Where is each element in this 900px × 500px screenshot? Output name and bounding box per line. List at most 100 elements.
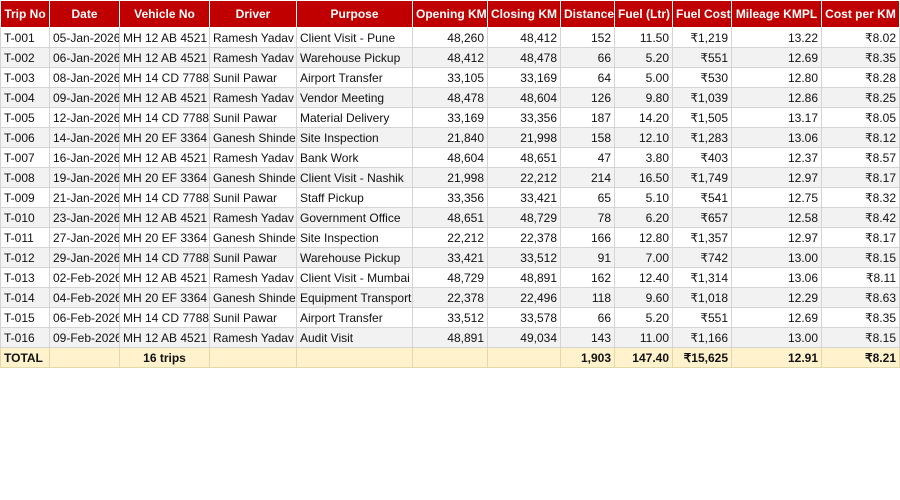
- col-header-fuel-ltr[interactable]: Fuel (Ltr): [614, 0, 673, 28]
- cell-fuel-cost[interactable]: ₹1,749: [672, 167, 732, 188]
- cell-distance[interactable]: 66: [560, 47, 615, 68]
- cell-driver[interactable]: Ramesh Yadav: [209, 327, 297, 348]
- cell-purpose[interactable]: Warehouse Pickup: [296, 247, 413, 268]
- cell-trip-no[interactable]: T-008: [0, 167, 50, 188]
- total-fuel[interactable]: 147.40: [614, 347, 673, 368]
- total-empty-cell[interactable]: [487, 347, 561, 368]
- cell-distance[interactable]: 214: [560, 167, 615, 188]
- cell-cost-per-km[interactable]: ₹8.02: [821, 27, 900, 48]
- cell-purpose[interactable]: Staff Pickup: [296, 187, 413, 208]
- total-empty-cell[interactable]: [209, 347, 297, 368]
- col-header-fuel-cost[interactable]: Fuel Cost: [672, 0, 732, 28]
- cell-date[interactable]: 09-Jan-2026: [49, 87, 120, 108]
- col-header-opening-km[interactable]: Opening KM: [412, 0, 488, 28]
- cell-fuel-ltr[interactable]: 5.10: [614, 187, 673, 208]
- cell-vehicle-no[interactable]: MH 12 AB 4521: [119, 327, 210, 348]
- cell-purpose[interactable]: Audit Visit: [296, 327, 413, 348]
- cell-trip-no[interactable]: T-006: [0, 127, 50, 148]
- cell-vehicle-no[interactable]: MH 20 EF 3364: [119, 287, 210, 308]
- col-header-distance[interactable]: Distance: [560, 0, 615, 28]
- cell-mileage[interactable]: 12.69: [731, 307, 822, 328]
- cell-date[interactable]: 02-Feb-2026: [49, 267, 120, 288]
- cell-cost-per-km[interactable]: ₹8.63: [821, 287, 900, 308]
- cell-opening-km[interactable]: 48,412: [412, 47, 488, 68]
- cell-cost-per-km[interactable]: ₹8.17: [821, 227, 900, 248]
- cell-vehicle-no[interactable]: MH 20 EF 3364: [119, 167, 210, 188]
- cell-driver[interactable]: Ganesh Shinde: [209, 127, 297, 148]
- cell-mileage[interactable]: 13.00: [731, 247, 822, 268]
- cell-closing-km[interactable]: 48,729: [487, 207, 561, 228]
- cell-cost-per-km[interactable]: ₹8.42: [821, 207, 900, 228]
- cell-fuel-cost[interactable]: ₹541: [672, 187, 732, 208]
- cell-purpose[interactable]: Client Visit - Nashik: [296, 167, 413, 188]
- total-empty-cell[interactable]: [296, 347, 413, 368]
- cell-driver[interactable]: Ramesh Yadav: [209, 147, 297, 168]
- cell-driver[interactable]: Ganesh Shinde: [209, 287, 297, 308]
- cell-closing-km[interactable]: 33,356: [487, 107, 561, 128]
- cell-cost-per-km[interactable]: ₹8.35: [821, 307, 900, 328]
- col-header-closing-km[interactable]: Closing KM: [487, 0, 561, 28]
- cell-vehicle-no[interactable]: MH 12 AB 4521: [119, 27, 210, 48]
- cell-opening-km[interactable]: 22,378: [412, 287, 488, 308]
- cell-date[interactable]: 12-Jan-2026: [49, 107, 120, 128]
- total-empty-cell[interactable]: [49, 347, 120, 368]
- cell-cost-per-km[interactable]: ₹8.57: [821, 147, 900, 168]
- cell-mileage[interactable]: 12.37: [731, 147, 822, 168]
- cell-opening-km[interactable]: 48,729: [412, 267, 488, 288]
- cell-driver[interactable]: Ganesh Shinde: [209, 167, 297, 188]
- cell-mileage[interactable]: 12.97: [731, 227, 822, 248]
- cell-trip-no[interactable]: T-001: [0, 27, 50, 48]
- cell-distance[interactable]: 65: [560, 187, 615, 208]
- cell-fuel-ltr[interactable]: 12.40: [614, 267, 673, 288]
- cell-trip-no[interactable]: T-012: [0, 247, 50, 268]
- cell-vehicle-no[interactable]: MH 14 CD 7788: [119, 307, 210, 328]
- cell-driver[interactable]: Ramesh Yadav: [209, 267, 297, 288]
- cell-fuel-cost[interactable]: ₹1,357: [672, 227, 732, 248]
- cell-mileage[interactable]: 12.29: [731, 287, 822, 308]
- cell-purpose[interactable]: Airport Transfer: [296, 307, 413, 328]
- cell-closing-km[interactable]: 49,034: [487, 327, 561, 348]
- cell-fuel-cost[interactable]: ₹1,219: [672, 27, 732, 48]
- cell-closing-km[interactable]: 22,496: [487, 287, 561, 308]
- cell-fuel-cost[interactable]: ₹1,018: [672, 287, 732, 308]
- cell-purpose[interactable]: Vendor Meeting: [296, 87, 413, 108]
- cell-date[interactable]: 27-Jan-2026: [49, 227, 120, 248]
- cell-date[interactable]: 09-Feb-2026: [49, 327, 120, 348]
- cell-vehicle-no[interactable]: MH 12 AB 4521: [119, 207, 210, 228]
- cell-trip-no[interactable]: T-004: [0, 87, 50, 108]
- cell-cost-per-km[interactable]: ₹8.15: [821, 327, 900, 348]
- cell-distance[interactable]: 118: [560, 287, 615, 308]
- cell-distance[interactable]: 187: [560, 107, 615, 128]
- cell-driver[interactable]: Ramesh Yadav: [209, 207, 297, 228]
- cell-closing-km[interactable]: 48,478: [487, 47, 561, 68]
- cell-opening-km[interactable]: 22,212: [412, 227, 488, 248]
- cell-driver[interactable]: Sunil Pawar: [209, 247, 297, 268]
- cell-distance[interactable]: 47: [560, 147, 615, 168]
- total-trips[interactable]: 16 trips: [119, 347, 210, 368]
- col-header-cost-per-km[interactable]: Cost per KM: [821, 0, 900, 28]
- cell-fuel-cost[interactable]: ₹1,283: [672, 127, 732, 148]
- cell-closing-km[interactable]: 33,169: [487, 67, 561, 88]
- cell-purpose[interactable]: Airport Transfer: [296, 67, 413, 88]
- cell-mileage[interactable]: 13.06: [731, 267, 822, 288]
- cell-vehicle-no[interactable]: MH 14 CD 7788: [119, 67, 210, 88]
- cell-trip-no[interactable]: T-015: [0, 307, 50, 328]
- cell-trip-no[interactable]: T-010: [0, 207, 50, 228]
- cell-distance[interactable]: 64: [560, 67, 615, 88]
- cell-cost-per-km[interactable]: ₹8.32: [821, 187, 900, 208]
- cell-trip-no[interactable]: T-007: [0, 147, 50, 168]
- total-label[interactable]: TOTAL: [0, 347, 50, 368]
- cell-fuel-ltr[interactable]: 12.80: [614, 227, 673, 248]
- cell-fuel-ltr[interactable]: 5.20: [614, 47, 673, 68]
- cell-closing-km[interactable]: 33,578: [487, 307, 561, 328]
- cell-purpose[interactable]: Client Visit - Pune: [296, 27, 413, 48]
- cell-fuel-ltr[interactable]: 9.60: [614, 287, 673, 308]
- cell-opening-km[interactable]: 48,478: [412, 87, 488, 108]
- total-distance[interactable]: 1,903: [560, 347, 615, 368]
- cell-fuel-ltr[interactable]: 12.10: [614, 127, 673, 148]
- cell-closing-km[interactable]: 21,998: [487, 127, 561, 148]
- cell-opening-km[interactable]: 48,651: [412, 207, 488, 228]
- cell-purpose[interactable]: Bank Work: [296, 147, 413, 168]
- cell-date[interactable]: 23-Jan-2026: [49, 207, 120, 228]
- cell-trip-no[interactable]: T-005: [0, 107, 50, 128]
